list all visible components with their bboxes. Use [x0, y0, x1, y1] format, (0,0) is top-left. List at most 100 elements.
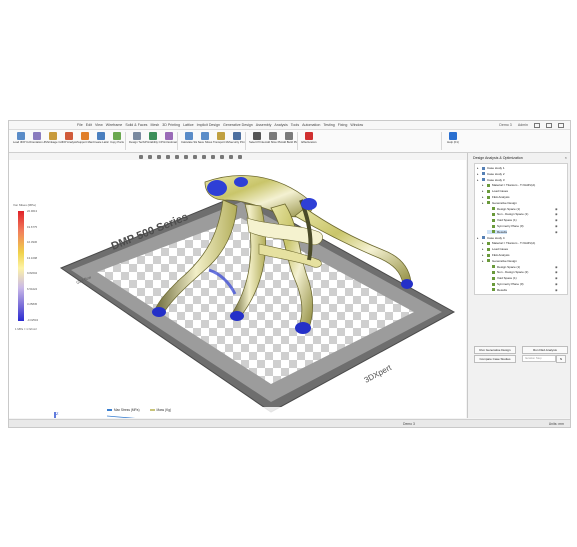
- color-icon[interactable]: [229, 154, 233, 159]
- visibility-icon[interactable]: ◉: [555, 230, 558, 234]
- tree-item[interactable]: ▸ FEA Analysis: [482, 195, 510, 199]
- expand-chevron-icon[interactable]: ▸: [477, 236, 480, 240]
- menu-testing[interactable]: Testing: [323, 123, 334, 127]
- ribbon-button-15[interactable]: Select Printer: [249, 131, 265, 151]
- pan-icon[interactable]: [148, 154, 152, 159]
- expand-chevron-icon[interactable]: ▸: [482, 241, 485, 245]
- menu-file[interactable]: File: [77, 123, 83, 127]
- menu-analysis[interactable]: Analysis: [274, 123, 287, 127]
- rotate-icon[interactable]: [139, 154, 143, 159]
- visibility-icon[interactable]: ◉: [555, 218, 558, 222]
- tree-item[interactable]: ▸ Load Cases: [482, 247, 508, 251]
- section-icon[interactable]: [184, 154, 188, 159]
- visibility-icon[interactable]: ◉: [555, 224, 558, 228]
- menu-implicit-design[interactable]: Implicit Design: [197, 123, 220, 127]
- tree-item[interactable]: ▸ Material = Titanium - Ti 6Al4V(A): [482, 183, 535, 187]
- ribbon-button-7[interactable]: Copy Parts: [109, 131, 125, 151]
- tree-item[interactable]: Non - Design Space (2) ◉: [487, 270, 558, 274]
- lighting-icon[interactable]: [238, 154, 242, 159]
- view-cube-icon[interactable]: [175, 154, 179, 159]
- tree-item[interactable]: ▸ Generative Design: [482, 201, 517, 205]
- menu-generative-design[interactable]: Generative Design: [223, 123, 253, 127]
- tree-item[interactable]: Symmetry Plane (0) ◉: [487, 224, 558, 228]
- ribbon-button-14[interactable]: Security Print: [229, 131, 245, 151]
- run-generative-design-button[interactable]: Run Generative Design: [474, 346, 516, 354]
- visibility-icon[interactable]: ◉: [555, 207, 558, 211]
- ribbon-button-16[interactable]: Add Slice Platform: [265, 131, 281, 151]
- tree-item[interactable]: ▸ Generative Design: [482, 259, 517, 263]
- tree-item[interactable]: Results ◉: [487, 229, 558, 234]
- ribbon-button-5[interactable]: Support Manager: [77, 131, 93, 151]
- visibility-icon[interactable]: ◉: [555, 276, 558, 280]
- 3d-viewport[interactable]: DMP 500 Series 3DXpert Gas flow Von Mise…: [9, 160, 466, 418]
- tree-item[interactable]: Design Space (1) ◉: [487, 207, 558, 211]
- menu-automation[interactable]: Automation: [302, 123, 320, 127]
- ribbon-button-12[interactable]: Save Slices: [197, 131, 213, 151]
- expand-chevron-icon[interactable]: ▸: [482, 247, 485, 251]
- ribbon-button-3[interactable]: Shrinkage Compensate: [45, 131, 61, 151]
- ribbon-button-1[interactable]: Load 3DP Component: [13, 131, 29, 151]
- expand-chevron-icon[interactable]: ▸: [482, 259, 485, 263]
- visibility-icon[interactable]: ◉: [555, 288, 558, 292]
- menu-view[interactable]: View: [95, 123, 103, 127]
- tree-item[interactable]: ▸ Case study 4: [477, 236, 505, 240]
- fit-view-icon[interactable]: [166, 154, 170, 159]
- ribbon-button-6[interactable]: Create Lattice: [93, 131, 109, 151]
- expand-chevron-icon[interactable]: ▸: [482, 183, 485, 187]
- menu-assembly[interactable]: Assembly: [256, 123, 272, 127]
- ribbon-button-4[interactable]: 3DP Analysis: [61, 131, 77, 151]
- minimize-icon[interactable]: [534, 122, 540, 128]
- tree-item[interactable]: Results ◉: [487, 288, 558, 292]
- visibility-icon[interactable]: ◉: [555, 270, 558, 274]
- run-fea-analysis-button[interactable]: Run FEA Analysis: [522, 346, 568, 354]
- zoom-icon[interactable]: [157, 154, 161, 159]
- tree-item[interactable]: Void Space (1) ◉: [487, 218, 558, 222]
- menu-tools[interactable]: Tools: [291, 123, 299, 127]
- tree-item[interactable]: ▸ Case study 3: [477, 178, 505, 182]
- expand-chevron-icon[interactable]: ▸: [482, 195, 485, 199]
- tree-item[interactable]: ▸ Case study 2: [477, 172, 505, 176]
- menu-fixing[interactable]: Fixing: [338, 123, 348, 127]
- expand-chevron-icon[interactable]: ▸: [482, 189, 485, 193]
- iteration-step-field[interactable]: Iteration Step: [522, 355, 556, 362]
- expand-chevron-icon[interactable]: ▸: [477, 178, 480, 182]
- visibility-icon[interactable]: ◉: [555, 212, 558, 216]
- ribbon-button-9[interactable]: Printability Check: [145, 131, 161, 151]
- select-filter-icon[interactable]: [211, 154, 215, 159]
- compare-case-studies-button[interactable]: Compare Case Studies: [474, 355, 516, 363]
- menu-3d-printing[interactable]: 3D Printing: [162, 123, 180, 127]
- panel-close-icon[interactable]: ×: [565, 155, 567, 160]
- expand-chevron-icon[interactable]: ▸: [482, 201, 485, 205]
- tree-item[interactable]: ▸ FEA Analysis: [482, 253, 510, 257]
- ribbon-button-10[interactable]: Print Estimation: [161, 131, 177, 151]
- expand-chevron-icon[interactable]: ▸: [482, 253, 485, 257]
- menu-lattice[interactable]: Lattice: [183, 123, 194, 127]
- tree-item[interactable]: Void Space (1) ◉: [487, 276, 558, 280]
- expand-chevron-icon[interactable]: ▸: [477, 172, 480, 176]
- ribbon-button-13[interactable]: Transport Manager: [213, 131, 229, 151]
- menu-solid-faces[interactable]: Solid & Faces: [125, 123, 147, 127]
- tree-item[interactable]: Symmetry Plane (0) ◉: [487, 282, 558, 286]
- user-name[interactable]: Admin: [518, 123, 528, 128]
- ribbon-button-17[interactable]: Add Build Plate: [281, 131, 297, 151]
- tree-item[interactable]: Design Space (1) ◉: [487, 265, 558, 269]
- expand-chevron-icon[interactable]: ▸: [477, 166, 480, 170]
- layers-icon[interactable]: [220, 154, 224, 159]
- ribbon-button-19[interactable]: Help (F1): [445, 131, 461, 151]
- tree-item[interactable]: Non - Design Space (1) ◉: [487, 212, 558, 216]
- render-mode-icon[interactable]: [193, 154, 197, 159]
- visibility-icon[interactable]: ◉: [555, 265, 558, 269]
- visibility-icon[interactable]: ◉: [555, 282, 558, 286]
- menu-edit[interactable]: Edit: [86, 123, 92, 127]
- ribbon-button-8[interactable]: Design Technology: [129, 131, 145, 151]
- menu-wireframe[interactable]: Wireframe: [106, 123, 123, 127]
- ribbon-button-18[interactable]: Effectivators: [301, 131, 317, 151]
- tree-item[interactable]: ▸ Load Cases: [482, 189, 508, 193]
- tree-item[interactable]: ▸ Material = Titanium - Ti 6Al4V(A): [482, 241, 535, 245]
- step-icon[interactable]: ⇅: [556, 355, 566, 363]
- ribbon-button-2[interactable]: Orientation & Position: [29, 131, 45, 151]
- measure-icon[interactable]: [202, 154, 206, 159]
- maximize-icon[interactable]: [546, 122, 552, 128]
- ribbon-button-11[interactable]: Calculate Slices: [181, 131, 197, 151]
- tree-item[interactable]: ▸ Case study 1: [477, 166, 505, 170]
